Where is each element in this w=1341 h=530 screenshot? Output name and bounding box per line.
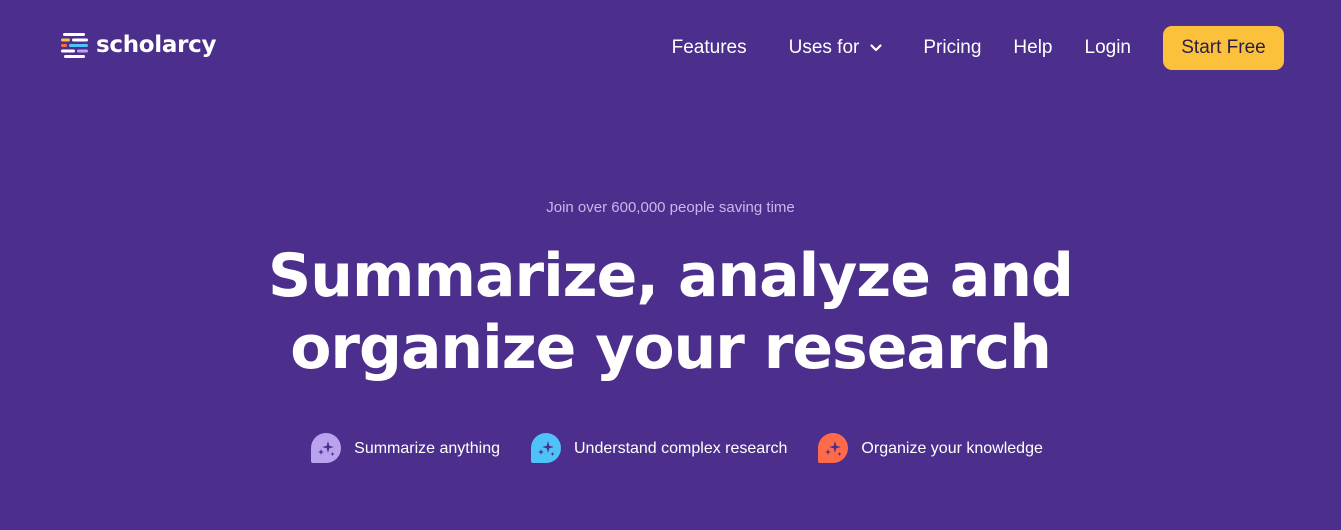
feature-label: Organize your knowledge <box>861 440 1043 457</box>
brand-name: scholarcy <box>96 31 217 58</box>
nav-dropdown-uses-for[interactable]: Uses for <box>789 37 884 59</box>
top-navigation: Features Uses for Pricing Help Login Sta… <box>672 26 1284 70</box>
hero-headline: Summarize, analyze and organize your res… <box>0 240 1341 384</box>
feature-label: Understand complex research <box>573 440 788 457</box>
chevron-down-icon <box>870 44 882 52</box>
feature-organize: Organize your knowledge <box>817 432 1043 466</box>
feature-understand: Understand complex research <box>530 432 787 466</box>
nav-link-pricing[interactable]: Pricing <box>923 37 981 59</box>
hero-headline-line-2: organize your research <box>290 313 1052 383</box>
stacked-lines-logo-icon <box>61 33 88 58</box>
sparkle-chat-icon <box>530 433 561 463</box>
landing-page: scholarcy Features Uses for Pricing Help… <box>0 0 1341 530</box>
sparkle-chat-icon <box>311 433 342 463</box>
feature-summarize: Summarize anything <box>310 432 500 466</box>
nav-link-help[interactable]: Help <box>1013 37 1052 59</box>
nav-link-login[interactable]: Login <box>1085 37 1132 59</box>
scholarcy-logo[interactable]: scholarcy <box>60 30 216 60</box>
nav-link-uses-for-label: Uses for <box>788 37 860 58</box>
start-free-button[interactable]: Start Free <box>1163 26 1284 70</box>
hero-eyebrow: Join over 600,000 people saving time <box>546 199 795 216</box>
hero-feature-list: Summarize anything Understand complex re… <box>0 432 1341 466</box>
feature-label: Summarize anything <box>354 440 500 457</box>
nav-link-features[interactable]: Features <box>672 37 747 59</box>
sparkle-chat-icon <box>818 433 849 463</box>
hero-headline-line-1: Summarize, analyze and <box>268 241 1074 311</box>
